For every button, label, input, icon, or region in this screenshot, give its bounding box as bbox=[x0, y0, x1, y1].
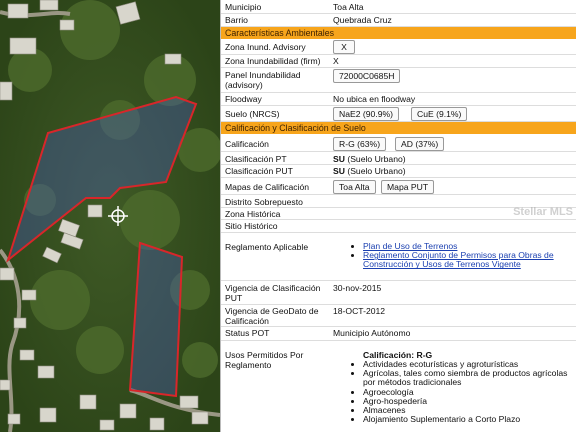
clasificacion-pt-value: SU (Suelo Urbano) bbox=[333, 154, 406, 164]
zona-inund-advisory-button[interactable]: X bbox=[333, 40, 355, 54]
watermark-panel: Stellar MLS bbox=[513, 206, 573, 218]
calificacion-label: Calificación bbox=[225, 139, 269, 149]
suelo-button-nae2[interactable]: NaE2 (90.9%) bbox=[333, 107, 399, 121]
vigencia-clasificacion-label-2: PUT bbox=[225, 293, 243, 303]
panel-inundabilidad-label: Panel Inundabilidad bbox=[225, 70, 301, 80]
usos-permitidos-label-2: Reglamento bbox=[225, 360, 272, 370]
row-floodway: Floodway No ubica en floodway bbox=[221, 93, 576, 106]
vigencia-clasificacion-label: Vigencia de Clasificación bbox=[225, 283, 321, 293]
usos-permitidos-list: Calificación: R-G Actividades ecoturísti… bbox=[351, 350, 573, 424]
reglamento-label: Reglamento Aplicable bbox=[225, 242, 309, 252]
row-clasificacion-put: Clasificación PUT SU (Suelo Urbano) bbox=[221, 165, 576, 178]
mapa-toa-alta-button[interactable]: Toa Alta bbox=[333, 180, 376, 194]
row-municipio: Municipio Toa Alta bbox=[221, 0, 576, 14]
mapa-put-button[interactable]: Mapa PUT bbox=[381, 180, 435, 194]
clasificacion-pt-desc: (Suelo Urbano) bbox=[344, 154, 406, 164]
row-vigencia-clasificacion: Vigencia de Clasificación PUT 30-nov-201… bbox=[221, 281, 576, 305]
suelo-button-cue[interactable]: CuE (9.1%) bbox=[411, 107, 468, 121]
status-pot-value: Municipio Autónomo bbox=[333, 328, 411, 338]
panel-inundabilidad-label-2: (advisory) bbox=[225, 80, 263, 90]
row-mapas-calificacion: Mapas de Calificación Toa Alta Mapa PUT bbox=[221, 178, 576, 195]
zona-inund-firm-label: Zona Inundabilidad (firm) bbox=[225, 56, 321, 66]
reglamento-link-item: Reglamento Conjunto de Permisos para Obr… bbox=[363, 250, 573, 270]
clasificacion-put-desc: (Suelo Urbano) bbox=[344, 166, 406, 176]
vigencia-geodato-label-2: Calificación bbox=[225, 316, 269, 326]
clasificacion-put-label: Clasificación PUT bbox=[225, 166, 293, 176]
row-suelo: Suelo (NRCS) NaE2 (90.9%) CuE (9.1%) bbox=[221, 106, 576, 122]
row-usos-permitidos: Usos Permitidos Por Reglamento Calificac… bbox=[221, 341, 576, 432]
floodway-value: No ubica en floodway bbox=[333, 94, 416, 104]
row-panel-inundabilidad: Panel Inundabilidad (advisory) 72000C068… bbox=[221, 68, 576, 93]
parcel-boundary-south[interactable] bbox=[128, 241, 184, 398]
uso-item: Agrícolas, tales como siembra de product… bbox=[363, 368, 573, 387]
calificacion-button-rg[interactable]: R-G (63%) bbox=[333, 137, 387, 151]
municipio-label: Municipio bbox=[225, 2, 262, 12]
zona-inund-firm-value: X bbox=[333, 56, 339, 66]
clasificacion-put-code: SU bbox=[333, 166, 345, 176]
vigencia-geodato-value: 18-OCT-2012 bbox=[333, 306, 386, 316]
section-header-ambientales: Características Ambientales bbox=[221, 27, 576, 39]
calificacion-button-ad[interactable]: AD (37%) bbox=[395, 137, 445, 151]
clasificacion-pt-code: SU bbox=[333, 154, 345, 164]
row-zona-inund-firm: Zona Inundabilidad (firm) X bbox=[221, 55, 576, 68]
property-info-panel: Municipio Toa Alta Barrio Quebrada Cruz … bbox=[220, 0, 576, 432]
reglamento-links: Plan de Uso de Terrenos Reglamento Conju… bbox=[351, 241, 573, 270]
row-reglamento: Reglamento Aplicable Plan de Uso de Terr… bbox=[221, 233, 576, 281]
panel-inundabilidad-button[interactable]: 72000C0685H bbox=[333, 69, 401, 83]
row-barrio: Barrio Quebrada Cruz bbox=[221, 14, 576, 27]
mapas-calificacion-label: Mapas de Calificación bbox=[225, 182, 310, 192]
suelo-label: Suelo (NRCS) bbox=[225, 109, 280, 119]
row-zona-inund-advisory: Zona Inund. Advisory X bbox=[221, 39, 576, 55]
sitio-historico-label: Sitio Histórico bbox=[225, 221, 278, 231]
row-sitio-historico: Sitio Histórico bbox=[221, 220, 576, 233]
row-vigencia-geodato: Vigencia de GeoDato de Calificación 18-O… bbox=[221, 305, 576, 327]
zona-historica-label: Zona Histórica bbox=[225, 209, 281, 219]
vigencia-clasificacion-value: 30-nov-2015 bbox=[333, 283, 382, 293]
barrio-value: Quebrada Cruz bbox=[333, 15, 392, 25]
floodway-label: Floodway bbox=[225, 94, 262, 104]
clasificacion-pt-label: Clasificación PT bbox=[225, 154, 287, 164]
row-clasificacion-pt: Clasificación PT SU (Suelo Urbano) bbox=[221, 152, 576, 165]
vigencia-geodato-label: Vigencia de GeoDato de bbox=[225, 306, 319, 316]
status-pot-label: Status POT bbox=[225, 328, 270, 338]
uso-item: Alojamiento Suplementario a Corto Plazo bbox=[363, 415, 573, 424]
section-header-calificacion: Calificación y Clasificación de Suelo bbox=[221, 122, 576, 134]
clasificacion-put-value: SU (Suelo Urbano) bbox=[333, 166, 406, 176]
zona-inund-advisory-label: Zona Inund. Advisory bbox=[225, 42, 306, 52]
municipio-value: Toa Alta bbox=[333, 2, 364, 12]
row-status-pot: Status POT Municipio Autónomo bbox=[221, 327, 576, 341]
reglamento-conjunto-link[interactable]: Reglamento Conjunto de Permisos para Obr… bbox=[363, 250, 554, 270]
row-calificacion: Calificación R-G (63%) AD (37%) bbox=[221, 134, 576, 152]
usos-permitidos-label: Usos Permitidos Por bbox=[225, 350, 304, 360]
aerial-map[interactable]: Stellar MLS bbox=[0, 0, 220, 432]
distrito-sobrepuesto-label: Distrito Sobrepuesto bbox=[225, 197, 303, 207]
barrio-label: Barrio bbox=[225, 15, 248, 25]
